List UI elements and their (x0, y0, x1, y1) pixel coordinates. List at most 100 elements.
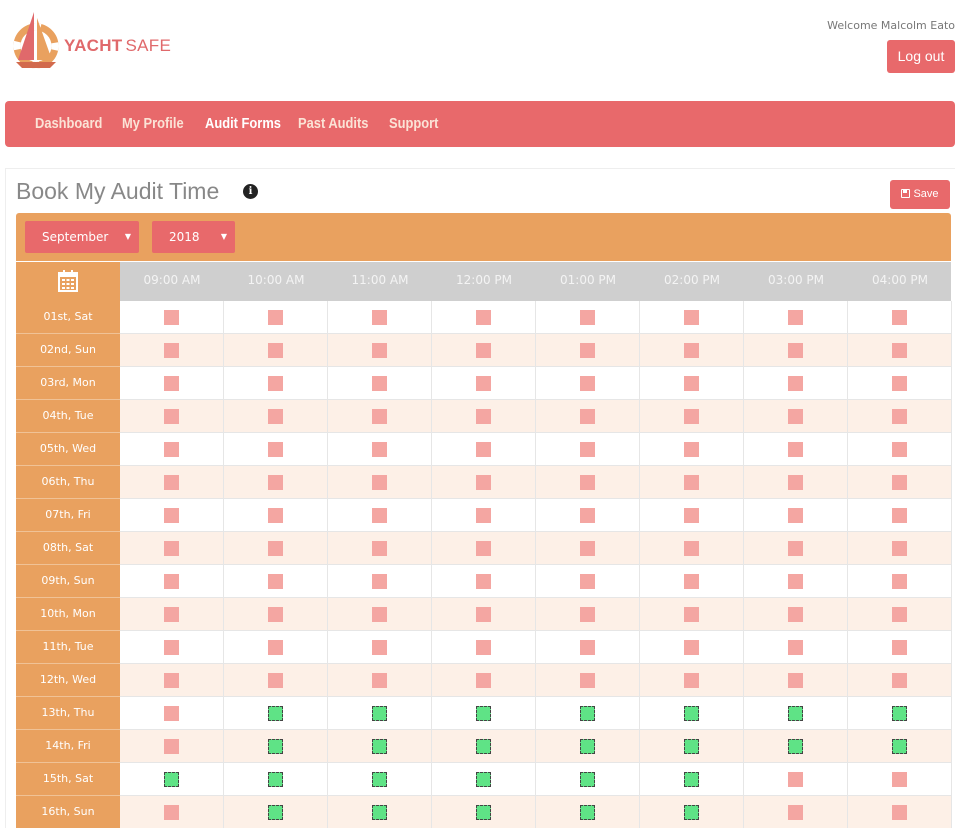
unavailable-slot[interactable] (476, 442, 491, 457)
unavailable-slot[interactable] (684, 310, 699, 325)
unavailable-slot[interactable] (684, 376, 699, 391)
unavailable-slot[interactable] (268, 409, 283, 424)
unavailable-slot[interactable] (372, 607, 387, 622)
available-slot[interactable] (580, 706, 595, 721)
unavailable-slot[interactable] (268, 376, 283, 391)
unavailable-slot[interactable] (164, 541, 179, 556)
available-slot[interactable] (684, 706, 699, 721)
unavailable-slot[interactable] (788, 442, 803, 457)
unavailable-slot[interactable] (476, 475, 491, 490)
available-slot[interactable] (476, 706, 491, 721)
unavailable-slot[interactable] (372, 475, 387, 490)
unavailable-slot[interactable] (476, 343, 491, 358)
unavailable-slot[interactable] (268, 508, 283, 523)
unavailable-slot[interactable] (164, 442, 179, 457)
available-slot[interactable] (372, 772, 387, 787)
unavailable-slot[interactable] (476, 607, 491, 622)
unavailable-slot[interactable] (892, 310, 907, 325)
unavailable-slot[interactable] (684, 343, 699, 358)
unavailable-slot[interactable] (372, 673, 387, 688)
unavailable-slot[interactable] (268, 541, 283, 556)
nav-item-audit-forms[interactable]: Audit Forms (205, 101, 281, 147)
unavailable-slot[interactable] (372, 409, 387, 424)
unavailable-slot[interactable] (580, 607, 595, 622)
unavailable-slot[interactable] (788, 343, 803, 358)
available-slot[interactable] (268, 706, 283, 721)
unavailable-slot[interactable] (268, 442, 283, 457)
unavailable-slot[interactable] (788, 475, 803, 490)
unavailable-slot[interactable] (476, 673, 491, 688)
unavailable-slot[interactable] (892, 475, 907, 490)
year-select[interactable]: 2018 ▼ (152, 221, 235, 253)
unavailable-slot[interactable] (372, 442, 387, 457)
available-slot[interactable] (580, 805, 595, 820)
unavailable-slot[interactable] (580, 508, 595, 523)
unavailable-slot[interactable] (372, 640, 387, 655)
available-slot[interactable] (372, 739, 387, 754)
unavailable-slot[interactable] (580, 673, 595, 688)
unavailable-slot[interactable] (684, 640, 699, 655)
unavailable-slot[interactable] (476, 409, 491, 424)
nav-item-support[interactable]: Support (389, 101, 438, 147)
logout-button[interactable]: Log out (887, 40, 955, 73)
nav-item-my-profile[interactable]: My Profile (122, 101, 184, 147)
available-slot[interactable] (580, 739, 595, 754)
unavailable-slot[interactable] (684, 475, 699, 490)
unavailable-slot[interactable] (684, 574, 699, 589)
unavailable-slot[interactable] (164, 343, 179, 358)
unavailable-slot[interactable] (684, 409, 699, 424)
unavailable-slot[interactable] (788, 640, 803, 655)
info-icon[interactable]: i (243, 184, 258, 199)
available-slot[interactable] (892, 739, 907, 754)
available-slot[interactable] (788, 706, 803, 721)
unavailable-slot[interactable] (580, 343, 595, 358)
unavailable-slot[interactable] (892, 508, 907, 523)
available-slot[interactable] (580, 772, 595, 787)
unavailable-slot[interactable] (164, 508, 179, 523)
unavailable-slot[interactable] (476, 541, 491, 556)
unavailable-slot[interactable] (788, 310, 803, 325)
available-slot[interactable] (476, 739, 491, 754)
unavailable-slot[interactable] (268, 343, 283, 358)
unavailable-slot[interactable] (892, 376, 907, 391)
unavailable-slot[interactable] (476, 640, 491, 655)
unavailable-slot[interactable] (788, 772, 803, 787)
unavailable-slot[interactable] (892, 640, 907, 655)
unavailable-slot[interactable] (372, 508, 387, 523)
unavailable-slot[interactable] (164, 706, 179, 721)
unavailable-slot[interactable] (372, 376, 387, 391)
available-slot[interactable] (476, 772, 491, 787)
logo[interactable]: YACHT SAFE (12, 10, 171, 74)
unavailable-slot[interactable] (164, 673, 179, 688)
unavailable-slot[interactable] (788, 409, 803, 424)
unavailable-slot[interactable] (892, 574, 907, 589)
unavailable-slot[interactable] (164, 376, 179, 391)
unavailable-slot[interactable] (788, 541, 803, 556)
unavailable-slot[interactable] (476, 376, 491, 391)
unavailable-slot[interactable] (268, 673, 283, 688)
unavailable-slot[interactable] (892, 409, 907, 424)
available-slot[interactable] (684, 739, 699, 754)
unavailable-slot[interactable] (476, 508, 491, 523)
unavailable-slot[interactable] (372, 343, 387, 358)
unavailable-slot[interactable] (476, 310, 491, 325)
unavailable-slot[interactable] (580, 640, 595, 655)
unavailable-slot[interactable] (684, 442, 699, 457)
unavailable-slot[interactable] (580, 310, 595, 325)
unavailable-slot[interactable] (164, 739, 179, 754)
available-slot[interactable] (476, 805, 491, 820)
unavailable-slot[interactable] (164, 475, 179, 490)
unavailable-slot[interactable] (268, 607, 283, 622)
unavailable-slot[interactable] (164, 409, 179, 424)
unavailable-slot[interactable] (476, 574, 491, 589)
unavailable-slot[interactable] (580, 376, 595, 391)
available-slot[interactable] (372, 706, 387, 721)
unavailable-slot[interactable] (372, 541, 387, 556)
available-slot[interactable] (892, 706, 907, 721)
unavailable-slot[interactable] (788, 607, 803, 622)
unavailable-slot[interactable] (372, 310, 387, 325)
unavailable-slot[interactable] (164, 310, 179, 325)
unavailable-slot[interactable] (788, 376, 803, 391)
unavailable-slot[interactable] (580, 574, 595, 589)
unavailable-slot[interactable] (164, 607, 179, 622)
